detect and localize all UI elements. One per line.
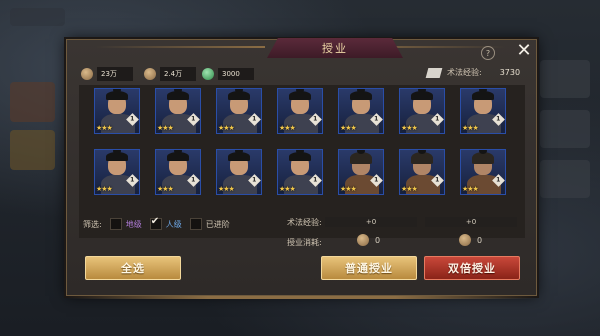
resource-coin-2-value: 2.4万 (160, 67, 196, 81)
exp-gain-row: 术法经验: (287, 217, 322, 228)
skill-exp-label: 术法经验: (447, 68, 482, 77)
hero-stars: ★★★ (96, 185, 113, 193)
background-left-menu (0, 0, 70, 336)
hero-level: 1 (374, 116, 379, 123)
hero-level: 1 (130, 116, 135, 123)
bottom-ornament (67, 296, 536, 299)
select-all-button[interactable]: 全选 (85, 256, 181, 280)
hero-card[interactable]: ★★★ 1 (460, 149, 506, 195)
filter-label-human: 人级 (165, 219, 182, 229)
hero-stars: ★★★ (279, 124, 296, 132)
hero-stars: ★★★ (340, 124, 357, 132)
exp-gain-label: 术法经验: (287, 218, 322, 227)
cost-normal-value: 0 (375, 235, 381, 245)
help-button[interactable]: ? (481, 46, 495, 60)
hero-level: 1 (374, 177, 379, 184)
jade-icon (202, 68, 214, 80)
coin-icon (459, 234, 471, 246)
hero-card[interactable]: ★★★ 1 (399, 88, 445, 134)
filter-label-advanced: 已进阶 (205, 219, 230, 229)
resource-jade-value: 3000 (218, 68, 254, 80)
resource-coin-1: 23万 (81, 67, 133, 81)
hero-card[interactable]: ★★★ 1 (338, 88, 384, 134)
filter-checkbox-earth[interactable] (109, 218, 122, 230)
hero-level: 1 (130, 177, 135, 184)
hero-card[interactable]: ★★★ 1 (94, 149, 140, 195)
hero-stars: ★★★ (96, 124, 113, 132)
hero-level: 1 (252, 116, 257, 123)
hero-level: 1 (496, 177, 501, 184)
exp-gain-double: +0 (425, 217, 517, 227)
hero-level: 1 (313, 116, 318, 123)
cost-label: 授业消耗: (287, 238, 322, 247)
resource-coin-1-value: 23万 (97, 67, 133, 81)
coin-icon (144, 68, 156, 80)
filter-checkbox-advanced[interactable] (189, 218, 202, 230)
book-icon (425, 67, 443, 78)
cost-row: 授业消耗: (287, 237, 322, 248)
hero-stars: ★★★ (401, 124, 418, 132)
dialog-title-bar: 授业 (267, 38, 403, 58)
double-teach-button[interactable]: 双倍授业 (424, 256, 520, 280)
cost-double-value: 0 (477, 235, 483, 245)
normal-teach-button[interactable]: 普通授业 (321, 256, 417, 280)
hero-stars: ★★★ (462, 185, 479, 193)
coin-icon (81, 68, 93, 80)
skill-exp-total: 术法经验: 3730 (425, 67, 521, 78)
title-ornament-left (95, 46, 265, 48)
hero-card[interactable]: ★★★ 1 (94, 88, 140, 134)
hero-level: 1 (313, 177, 318, 184)
hero-stars: ★★★ (157, 124, 174, 132)
hero-level: 1 (252, 177, 257, 184)
hero-card[interactable]: ★★★ 1 (277, 149, 323, 195)
resource-coin-2: 2.4万 (144, 67, 196, 81)
cost-normal: 0 (357, 234, 380, 246)
exp-gain-normal: +0 (325, 217, 417, 227)
hero-card[interactable]: ★★★ 1 (277, 88, 323, 134)
hero-level: 1 (496, 116, 501, 123)
hero-card[interactable]: ★★★ 1 (338, 149, 384, 195)
hero-card[interactable]: ★★★ 1 (399, 149, 445, 195)
coin-icon (357, 234, 369, 246)
teach-dialog: 授业 ? ✕ 23万 2.4万 3000 术法经验: 3730 ★★★ 1 ★★★ 1… (66, 38, 537, 299)
hero-stars: ★★★ (401, 185, 418, 193)
hero-card[interactable]: ★★★ 1 (216, 149, 262, 195)
close-icon[interactable]: ✕ (514, 41, 534, 61)
hero-card[interactable]: ★★★ 1 (155, 88, 201, 134)
hero-level: 1 (191, 116, 196, 123)
hero-level: 1 (435, 177, 440, 184)
skill-exp-value: 3730 (499, 68, 521, 77)
cost-double: 0 (459, 234, 482, 246)
hero-card[interactable]: ★★★ 1 (460, 88, 506, 134)
dialog-title: 授业 (322, 42, 348, 55)
filter-row: 筛选: 地级 人级 已进阶 (83, 216, 230, 230)
filter-checkbox-human[interactable] (149, 216, 162, 230)
resource-jade: 3000 (202, 67, 254, 81)
hero-stars: ★★★ (340, 185, 357, 193)
filter-label-earth: 地级 (125, 219, 142, 229)
hero-card[interactable]: ★★★ 1 (216, 88, 262, 134)
background-right-menu (530, 60, 600, 260)
hero-stars: ★★★ (157, 185, 174, 193)
hero-stars: ★★★ (462, 124, 479, 132)
filter-label: 筛选: (83, 219, 102, 229)
hero-level: 1 (435, 116, 440, 123)
hero-stars: ★★★ (218, 124, 235, 132)
hero-level: 1 (191, 177, 196, 184)
hero-card[interactable]: ★★★ 1 (155, 149, 201, 195)
hero-stars: ★★★ (279, 185, 296, 193)
hero-stars: ★★★ (218, 185, 235, 193)
